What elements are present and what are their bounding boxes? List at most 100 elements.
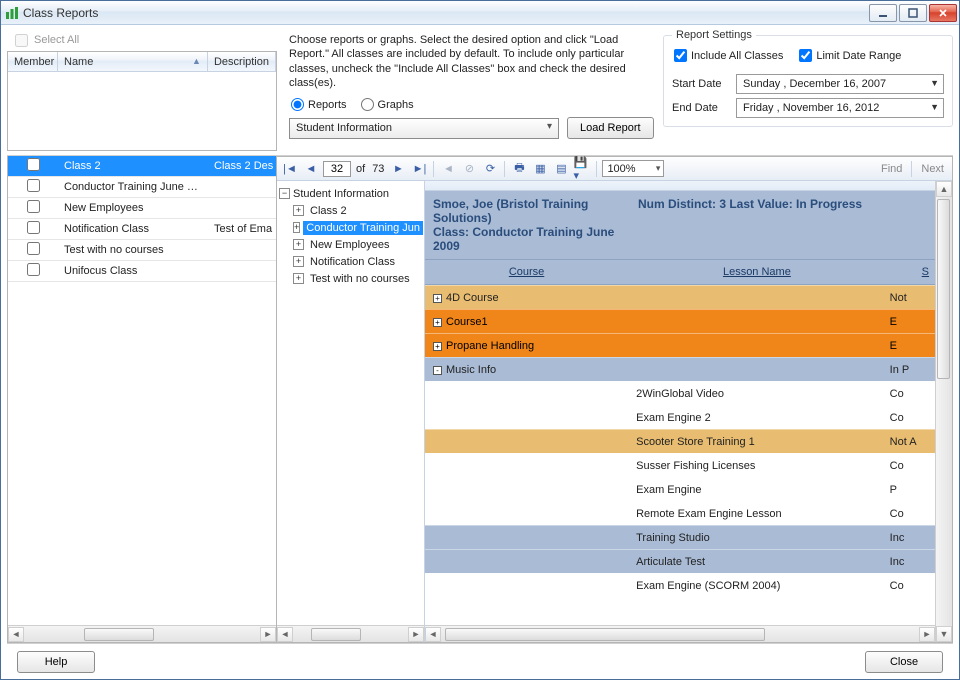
app-icon bbox=[5, 6, 19, 20]
grid-hscroll[interactable]: ◄ ► bbox=[8, 625, 276, 642]
report-row[interactable]: -Music InfoIn P bbox=[425, 357, 935, 381]
start-date-label: Start Date bbox=[672, 78, 730, 90]
report-viewer: |◄ ◄ of 73 ► ►| ◄ ⊘ ⟳ 🖶 ▦ ▤ 💾▾ bbox=[277, 156, 953, 643]
export-icon[interactable]: 💾▾ bbox=[573, 160, 591, 178]
window: Class Reports Select All Member Name▲ De… bbox=[0, 0, 960, 680]
refresh-icon[interactable]: ⟳ bbox=[481, 160, 499, 178]
tree-hscroll[interactable]: ◄► bbox=[277, 625, 424, 642]
window-title: Class Reports bbox=[23, 6, 867, 20]
close-button[interactable] bbox=[929, 4, 957, 22]
print-icon[interactable]: 🖶 bbox=[510, 160, 528, 178]
start-date-picker[interactable]: Sunday , December 16, 2007▼ bbox=[736, 74, 944, 94]
next-link[interactable]: Next bbox=[917, 163, 948, 175]
class-row[interactable]: Conductor Training June 2009 bbox=[8, 177, 276, 198]
report-row[interactable]: Remote Exam Engine LessonCo bbox=[425, 501, 935, 525]
grid-header: Member Name▲ Description bbox=[8, 52, 276, 72]
report-col-header: Course Lesson Name S bbox=[425, 260, 935, 285]
limit-date-checkbox[interactable]: Limit Date Range bbox=[799, 49, 901, 62]
report-row[interactable]: Training StudioInc bbox=[425, 525, 935, 549]
tree-item[interactable]: +New Employees bbox=[279, 236, 422, 253]
report-row[interactable]: Scooter Store Training 1Not A bbox=[425, 429, 935, 453]
class-row[interactable]: Unifocus Class bbox=[8, 261, 276, 282]
viewer-toolbar: |◄ ◄ of 73 ► ►| ◄ ⊘ ⟳ 🖶 ▦ ▤ 💾▾ bbox=[277, 157, 952, 181]
col-course: Course bbox=[425, 260, 628, 284]
report-row[interactable]: Susser Fishing LicensesCo bbox=[425, 453, 935, 477]
report-area: Smoe, Joe (Bristol Training Solutions)Cl… bbox=[425, 181, 935, 642]
report-row[interactable]: Exam Engine (SCORM 2004)Co bbox=[425, 573, 935, 597]
row-name: Conductor Training June 2009 bbox=[58, 181, 208, 193]
class-row[interactable]: Notification ClassTest of Ema bbox=[8, 219, 276, 240]
report-row[interactable]: +Course1E bbox=[425, 309, 935, 333]
class-row[interactable]: New Employees bbox=[8, 198, 276, 219]
stop-icon: ⊘ bbox=[460, 160, 478, 178]
row-checkbox[interactable] bbox=[27, 158, 40, 171]
report-vscroll[interactable]: ▲ ▼ bbox=[935, 181, 952, 642]
report-row[interactable]: Exam Engine 2Co bbox=[425, 405, 935, 429]
first-page-icon[interactable]: |◄ bbox=[281, 160, 299, 178]
col-member[interactable]: Member bbox=[8, 52, 58, 71]
report-row[interactable]: Articulate TestInc bbox=[425, 549, 935, 573]
zoom-combo[interactable]: 100% bbox=[602, 160, 664, 177]
select-all-label: Select All bbox=[34, 34, 79, 46]
report-row[interactable]: +4D CourseNot bbox=[425, 285, 935, 309]
row-toggle[interactable]: + bbox=[433, 342, 442, 351]
tree-root[interactable]: −Student Information bbox=[279, 185, 422, 202]
row-toggle[interactable]: + bbox=[433, 318, 442, 327]
tree-item[interactable]: +Test with no courses bbox=[279, 270, 422, 287]
maximize-button[interactable] bbox=[899, 4, 927, 22]
report-row[interactable]: +Propane HandlingE bbox=[425, 333, 935, 357]
of-label: of bbox=[354, 163, 367, 175]
last-page-icon[interactable]: ►| bbox=[410, 160, 428, 178]
instruction-text: Choose reports or graphs. Select the des… bbox=[289, 29, 655, 96]
minimize-button[interactable] bbox=[869, 4, 897, 22]
report-settings-group: Report Settings Include All Classes Limi… bbox=[663, 29, 953, 127]
report-row[interactable]: 2WinGlobal VideoCo bbox=[425, 381, 935, 405]
row-name: Class 2 bbox=[58, 160, 208, 172]
report-row[interactable]: Exam EngineP bbox=[425, 477, 935, 501]
scroll-left-icon[interactable]: ◄ bbox=[8, 627, 24, 642]
include-all-checkbox[interactable]: Include All Classes bbox=[674, 49, 783, 62]
select-all-checkbox[interactable] bbox=[15, 34, 28, 47]
report-type-combo[interactable]: Student Information bbox=[289, 118, 559, 139]
row-checkbox[interactable] bbox=[27, 263, 40, 276]
tree-item[interactable]: +Class 2 bbox=[279, 202, 422, 219]
row-checkbox[interactable] bbox=[27, 200, 40, 213]
tree-item[interactable]: +Conductor Training Jun bbox=[279, 219, 422, 236]
find-link[interactable]: Find bbox=[877, 163, 906, 175]
row-checkbox[interactable] bbox=[27, 242, 40, 255]
scroll-thumb[interactable] bbox=[84, 628, 154, 641]
report-group-header: Smoe, Joe (Bristol Training Solutions)Cl… bbox=[425, 191, 935, 260]
footer: Help Close bbox=[7, 643, 953, 679]
report-tree: −Student Information +Class 2+Conductor … bbox=[277, 181, 425, 642]
help-button[interactable]: Help bbox=[17, 651, 95, 673]
row-desc: Class 2 Des bbox=[208, 160, 276, 172]
row-checkbox[interactable] bbox=[27, 221, 40, 234]
row-toggle[interactable]: - bbox=[433, 366, 442, 375]
class-row[interactable]: Test with no courses bbox=[8, 240, 276, 261]
end-date-label: End Date bbox=[672, 102, 730, 114]
next-page-icon[interactable]: ► bbox=[389, 160, 407, 178]
tree-item[interactable]: +Notification Class bbox=[279, 253, 422, 270]
page-setup-icon[interactable]: ▤ bbox=[552, 160, 570, 178]
class-row[interactable]: Class 2Class 2 Des bbox=[8, 156, 276, 177]
reports-radio[interactable]: Reports bbox=[291, 98, 347, 111]
group-right: Num Distinct: 3 Last Value: In Progress bbox=[630, 191, 935, 259]
back-icon: ◄ bbox=[439, 160, 457, 178]
scroll-right-icon[interactable]: ► bbox=[260, 627, 276, 642]
col-name[interactable]: Name▲ bbox=[58, 52, 208, 71]
close-button-footer[interactable]: Close bbox=[865, 651, 943, 673]
settings-legend: Report Settings bbox=[672, 29, 756, 41]
report-hscroll[interactable]: ◄► bbox=[425, 625, 935, 642]
row-checkbox[interactable] bbox=[27, 179, 40, 192]
total-pages: 73 bbox=[370, 163, 386, 175]
print-layout-icon[interactable]: ▦ bbox=[531, 160, 549, 178]
prev-page-icon[interactable]: ◄ bbox=[302, 160, 320, 178]
col-description[interactable]: Description bbox=[208, 52, 276, 71]
page-input[interactable] bbox=[323, 161, 351, 177]
col-status: S bbox=[886, 260, 935, 284]
graphs-radio[interactable]: Graphs bbox=[361, 98, 414, 111]
row-toggle[interactable]: + bbox=[433, 294, 442, 303]
end-date-picker[interactable]: Friday , November 16, 2012▼ bbox=[736, 98, 944, 118]
load-report-button[interactable]: Load Report bbox=[567, 117, 654, 139]
titlebar[interactable]: Class Reports bbox=[1, 1, 959, 25]
